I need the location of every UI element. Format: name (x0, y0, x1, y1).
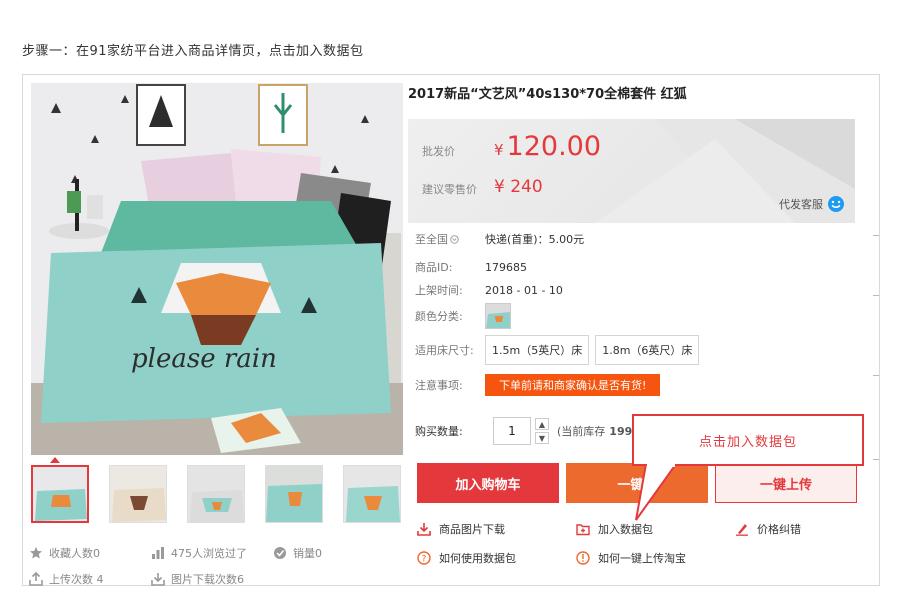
stock-label: (当前库存 (557, 425, 606, 438)
product-id-value: 179685 (485, 260, 527, 274)
color-label: 颜色分类: (415, 310, 463, 323)
color-swatch-image (486, 304, 510, 328)
retail-label: 建议零售价 (422, 183, 477, 196)
shipping-method: 快递(首重)： (485, 233, 549, 246)
listing-date-label: 上架时间: (415, 284, 463, 297)
price-box: 批发价 ¥ 120.00 建议零售价 ¥ 240 代发客服 (408, 119, 855, 223)
check-circle-icon (274, 547, 286, 559)
download-icon (417, 523, 431, 536)
one-click-upload-button[interactable]: 一键上传 (715, 463, 857, 503)
sales-stat: 销量0 (273, 545, 322, 561)
chevron-down-icon (450, 234, 459, 244)
quantity-input[interactable]: 1 (493, 417, 531, 445)
smiley-chat-icon (828, 196, 844, 212)
service-contact[interactable]: 代发客服 (779, 195, 845, 213)
thumbnail-image (266, 466, 322, 522)
add-to-cart-button[interactable]: 加入购物车 (417, 463, 559, 503)
thumbnail-image (33, 467, 87, 521)
price-correction-label: 价格纠错 (757, 523, 801, 536)
listing-date-value: 2018 - 01 - 10 (485, 283, 563, 297)
star-icon (30, 547, 42, 559)
divider (873, 295, 879, 296)
how-to-use-package-link[interactable]: ? 如何使用数据包 (417, 550, 516, 566)
retail-price-value: ¥ 240 (494, 177, 543, 197)
how-to-use-package-label: 如何使用数据包 (439, 552, 516, 565)
quantity-increase-button[interactable]: ▲ (535, 418, 549, 430)
size-option-1-8m[interactable]: 1.8m（6英尺）床 (595, 335, 700, 365)
download-icon (151, 573, 165, 586)
product-panel: please rain 收藏人数0 475人浏览过了 销量0 上传次数 4 图片… (22, 74, 880, 586)
product-id-label: 商品ID: (415, 261, 453, 274)
thumbnail-image (110, 466, 166, 522)
currency-symbol: ¥ (494, 141, 504, 159)
how-to-upload-taobao-label: 如何一键上传淘宝 (598, 552, 686, 565)
quantity-label: 购买数量: (415, 425, 463, 438)
thumbnail-5[interactable] (343, 465, 401, 523)
how-to-upload-taobao-link[interactable]: 如何一键上传淘宝 (576, 550, 686, 566)
info-circle-icon (576, 551, 590, 565)
views-count: 475人浏览过了 (171, 547, 247, 560)
favorites-count: 收藏人数0 (49, 547, 100, 560)
quantity-decrease-button[interactable]: ▼ (535, 432, 549, 444)
divider (873, 235, 879, 236)
downloads-stat: 图片下载次数6 (151, 571, 244, 587)
favorites-stat: 收藏人数0 (29, 545, 100, 561)
quantity-stepper: ▲ ▼ (535, 418, 549, 444)
image-script-text: please rain (131, 344, 277, 374)
price-correction-link[interactable]: 价格纠错 (735, 521, 801, 537)
shipping-fee: 5.00元 (548, 233, 585, 246)
pencil-icon (736, 524, 748, 536)
thumbnail-image (188, 466, 244, 522)
thumbnail-indicator (50, 457, 60, 463)
views-stat: 475人浏览过了 (151, 545, 247, 561)
sales-count: 销量0 (293, 547, 322, 560)
downloads-count: 图片下载次数6 (171, 573, 244, 586)
download-images-link[interactable]: 商品图片下载 (417, 521, 505, 537)
thumbnail-strip (31, 465, 401, 523)
bar-chart-icon (152, 547, 164, 559)
size-row: 适用床尺寸: 1.5m（5英尺）床 1.8m（6英尺）床 (415, 335, 705, 365)
shipping-destination[interactable]: 至全国 (415, 231, 485, 247)
folder-plus-icon (576, 524, 590, 536)
color-swatch[interactable] (485, 303, 511, 329)
bedding-illustration: please rain (31, 83, 403, 455)
product-title: 2017新品“文艺风”40s130*70全棉套件 红狐 (408, 87, 687, 102)
product-id-row: 商品ID: 179685 (415, 259, 527, 275)
thumbnail-image (344, 466, 400, 522)
listing-date-row: 上架时间: 2018 - 01 - 10 (415, 282, 563, 298)
color-row: 颜色分类: (415, 303, 511, 329)
quantity-row: 购买数量: 1 ▲ ▼ (当前库存 19998 (415, 417, 648, 445)
thumbnail-2[interactable] (109, 465, 167, 523)
thumbnail-1[interactable] (31, 465, 89, 523)
svg-text:?: ? (422, 555, 427, 565)
question-circle-icon: ? (417, 551, 431, 565)
callout-pointer (635, 464, 678, 521)
uploads-count: 上传次数 4 (49, 573, 104, 586)
product-main-image[interactable]: please rain (31, 83, 403, 455)
download-images-label: 商品图片下载 (439, 523, 505, 536)
callout-annotation: 点击加入数据包 (632, 414, 864, 466)
service-label: 代发客服 (779, 198, 823, 211)
notice-label: 注意事项: (415, 379, 463, 392)
shipping-destination-label: 至全国 (415, 233, 448, 246)
wholesale-price: ¥ 120.00 (494, 131, 601, 162)
notice-row: 注意事项: 下单前请和商家确认是否有货! (415, 374, 661, 396)
divider (873, 459, 879, 460)
uploads-stat: 上传次数 4 (29, 571, 104, 587)
thumbnail-3[interactable] (187, 465, 245, 523)
notice-text: 下单前请和商家确认是否有货! (485, 374, 661, 396)
size-option-1-5m[interactable]: 1.5m（5英尺）床 (485, 335, 590, 365)
thumbnail-4[interactable] (265, 465, 323, 523)
shipping-row: 至全国 快递(首重)： 5.00元 (415, 231, 584, 247)
upload-icon (29, 572, 43, 586)
size-label: 适用床尺寸: (415, 344, 474, 357)
wholesale-label: 批发价 (422, 145, 455, 158)
wholesale-price-value: 120.00 (506, 131, 602, 162)
divider (873, 375, 879, 376)
step-title: 步骤一：在91家纺平台进入商品详情页，点击加入数据包 (22, 44, 364, 59)
